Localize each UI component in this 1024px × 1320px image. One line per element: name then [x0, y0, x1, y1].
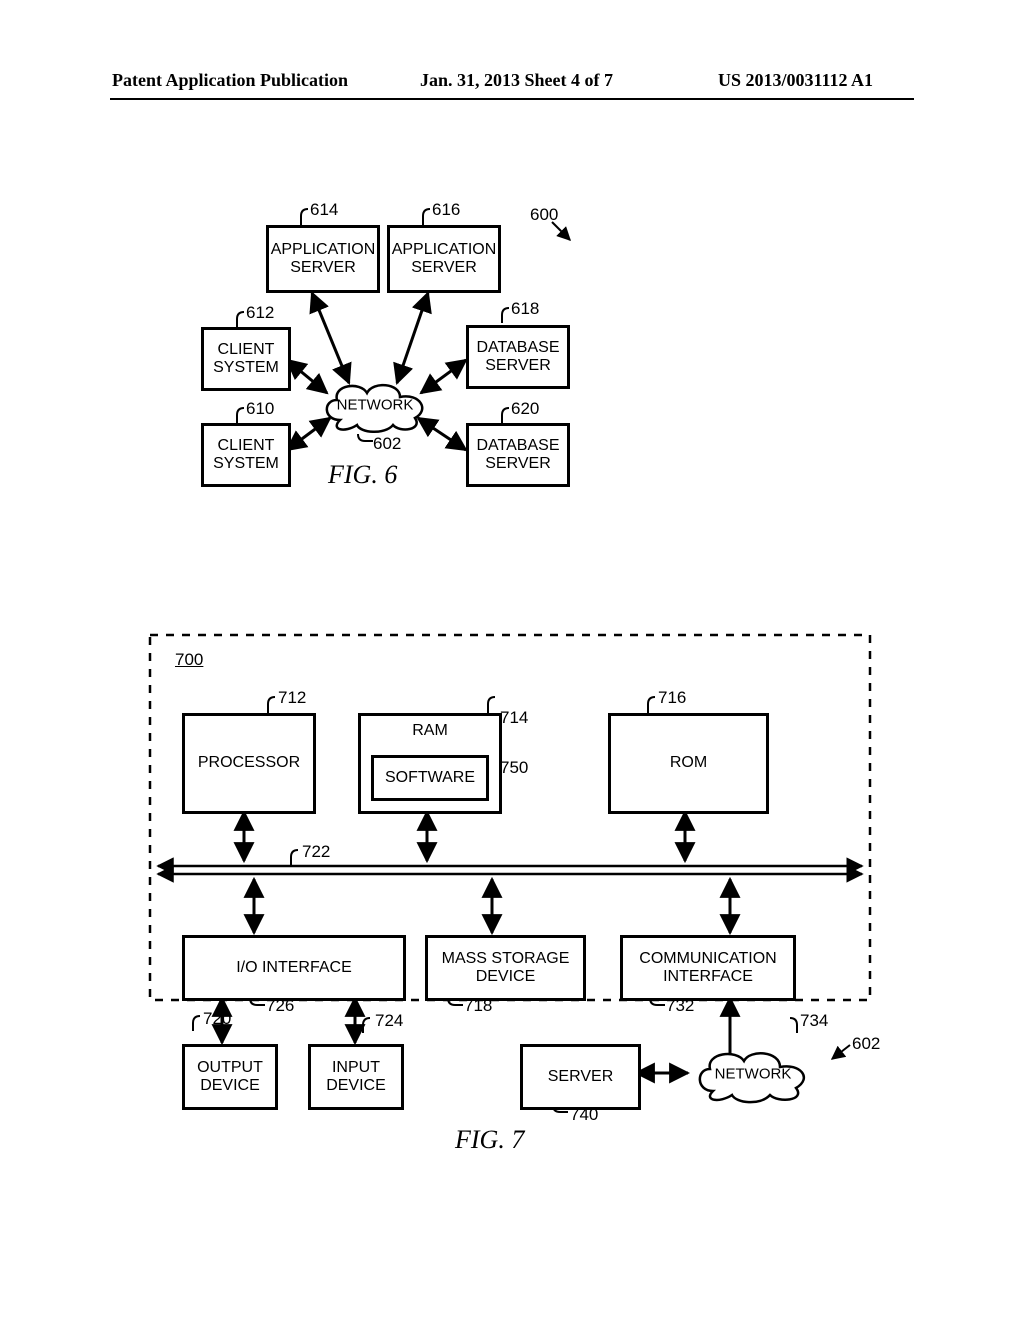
ref-616: 616: [432, 200, 460, 220]
fig6-app-server-616: APPLICATION SERVER: [387, 225, 501, 293]
block-label: CLIENT SYSTEM: [213, 437, 279, 474]
fig6-network-cloud: NETWORK: [315, 375, 435, 435]
ref-722: 722: [302, 842, 330, 862]
ref-716: 716: [658, 688, 686, 708]
fig7-mass-storage: MASS STORAGE DEVICE: [425, 935, 586, 1001]
fig6-caption: FIG. 6: [328, 460, 397, 490]
fig6-db-618: DATABASE SERVER: [466, 325, 570, 389]
block-label: DATABASE SERVER: [477, 437, 560, 474]
fig7-io-interface: I/O INTERFACE: [182, 935, 406, 1001]
header-left: Patent Application Publication: [112, 70, 348, 91]
fig6-db-620: DATABASE SERVER: [466, 423, 570, 487]
block-label: PROCESSOR: [198, 754, 300, 772]
page: Patent Application Publication Jan. 31, …: [0, 0, 1024, 1320]
ref-712: 712: [278, 688, 306, 708]
block-label: ROM: [670, 754, 707, 772]
ref-720: 720: [203, 1009, 231, 1029]
ref-602-fig7: 602: [852, 1034, 880, 1054]
header-right: US 2013/0031112 A1: [718, 70, 873, 91]
ref-750: 750: [500, 758, 528, 778]
block-label: COMMUNICATION INTERFACE: [639, 950, 776, 987]
block-label: APPLICATION SERVER: [392, 241, 497, 278]
fig6-network-label: NETWORK: [315, 397, 435, 414]
ref-618: 618: [511, 299, 539, 319]
ref-724: 724: [375, 1011, 403, 1031]
fig7-comm-interface: COMMUNICATION INTERFACE: [620, 935, 796, 1001]
ram-label: RAM: [361, 722, 499, 740]
block-label: INPUT DEVICE: [326, 1059, 386, 1096]
fig7-processor: PROCESSOR: [182, 713, 316, 814]
fig7-software: SOFTWARE: [371, 755, 489, 801]
block-label: OUTPUT DEVICE: [197, 1059, 263, 1096]
block-label: APPLICATION SERVER: [271, 241, 376, 278]
ref-700: 700: [175, 650, 203, 670]
fig7-rom: ROM: [608, 713, 769, 814]
block-label: I/O INTERFACE: [236, 959, 352, 977]
fig7-caption: FIG. 7: [455, 1125, 524, 1155]
fig7-server: SERVER: [520, 1044, 641, 1110]
ref-620: 620: [511, 399, 539, 419]
fig6-client-610: CLIENT SYSTEM: [201, 423, 291, 487]
fig6-app-server-614: APPLICATION SERVER: [266, 225, 380, 293]
block-label: SERVER: [548, 1068, 614, 1086]
block-label: MASS STORAGE DEVICE: [442, 950, 570, 987]
ref-610: 610: [246, 399, 274, 419]
fig7-network-cloud: NETWORK: [688, 1043, 818, 1105]
fig7-arrows: [0, 0, 1024, 1320]
block-label: DATABASE SERVER: [477, 339, 560, 376]
block-label: SOFTWARE: [385, 769, 475, 787]
ref-726: 726: [266, 996, 294, 1016]
fig7-output-device: OUTPUT DEVICE: [182, 1044, 278, 1110]
fig7-input-device: INPUT DEVICE: [308, 1044, 404, 1110]
fig7-network-label: NETWORK: [688, 1066, 818, 1083]
fig6-client-612: CLIENT SYSTEM: [201, 327, 291, 391]
ref-614: 614: [310, 200, 338, 220]
ref-740: 740: [570, 1105, 598, 1125]
ref-732: 732: [666, 996, 694, 1016]
ref-602-fig6: 602: [373, 434, 401, 454]
header-rule: [110, 98, 914, 100]
header-center: Jan. 31, 2013 Sheet 4 of 7: [420, 70, 613, 91]
ref-734: 734: [800, 1011, 828, 1031]
ref-714: 714: [500, 708, 528, 728]
block-label: CLIENT SYSTEM: [213, 341, 279, 378]
ref-612: 612: [246, 303, 274, 323]
ref-718: 718: [464, 996, 492, 1016]
ref-600: 600: [530, 205, 558, 225]
